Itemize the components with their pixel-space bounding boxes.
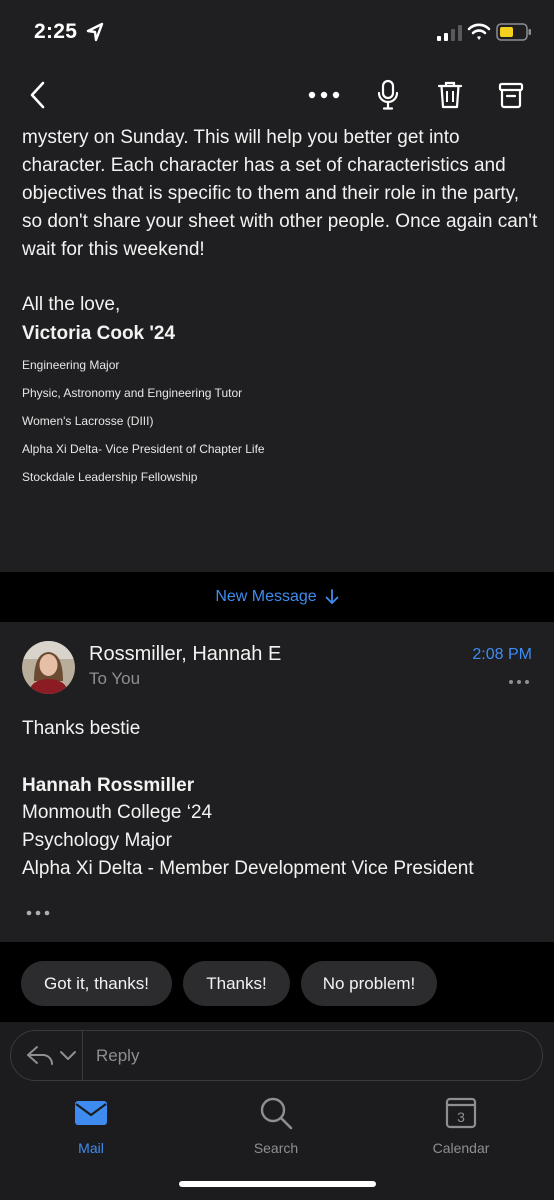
trash-icon — [437, 81, 463, 109]
signature-line: Women's Lacrosse (DIII) — [22, 414, 154, 428]
avatar[interactable] — [22, 641, 75, 694]
show-trimmed-content-icon[interactable] — [26, 908, 50, 918]
tab-search[interactable]: Search — [221, 1096, 331, 1160]
tab-label: Mail — [78, 1140, 104, 1156]
tab-calendar[interactable]: 3 Calendar — [406, 1096, 516, 1160]
home-indicator[interactable] — [179, 1181, 376, 1187]
reply-options-icon[interactable] — [25, 1044, 83, 1068]
chevron-left-icon — [30, 81, 45, 109]
tab-label: Calendar — [432, 1140, 490, 1156]
new-message-button[interactable]: New Message — [215, 588, 339, 606]
tab-label: Search — [253, 1140, 299, 1156]
sender-name[interactable]: Rossmiller, Hannah E — [89, 643, 281, 666]
new-message-bar: New Message — [0, 572, 554, 622]
back-button[interactable] — [18, 76, 58, 114]
dictate-button[interactable] — [368, 76, 408, 114]
divider — [82, 1031, 83, 1080]
signature-line: Alpha Xi Delta - Member Development Vice… — [22, 858, 474, 879]
body-line: wait for this weekend! — [22, 239, 205, 260]
quick-reply-button[interactable]: No problem! — [301, 961, 437, 1006]
more-options-button[interactable] — [304, 76, 344, 114]
mail-icon — [75, 1101, 107, 1125]
body-line: mystery on Sunday. This will help you be… — [22, 127, 460, 148]
delete-button[interactable] — [430, 76, 470, 114]
message-time: 2:08 PM — [472, 646, 532, 663]
bottom-panel: Reply Mail Search 3 Calendar — [0, 1022, 554, 1200]
avatar-photo — [22, 641, 75, 694]
reply-input[interactable]: Reply — [96, 1046, 139, 1066]
reply-bar[interactable]: Reply — [10, 1030, 543, 1081]
previous-message: mystery on Sunday. This will help you be… — [0, 126, 554, 572]
wifi-icon — [467, 23, 491, 40]
message-toolbar — [0, 64, 554, 126]
quick-reply-button[interactable]: Thanks! — [183, 961, 290, 1006]
status-bar: 2:25 — [0, 0, 554, 64]
signoff: All the love, — [22, 294, 121, 315]
body-line: character. Each character has a set of c… — [22, 155, 506, 176]
signature-line: Psychology Major — [22, 830, 172, 851]
signature-line: Stockdale Leadership Fellowship — [22, 470, 198, 484]
arrow-down-icon — [325, 589, 339, 604]
signature-details: Monmouth College ‘24 Psychology Major Al… — [22, 802, 474, 886]
microphone-icon — [377, 79, 399, 110]
recipient-label: To You — [89, 669, 141, 688]
archive-icon — [498, 82, 524, 109]
signature-line: Alpha Xi Delta- Vice President of Chapte… — [22, 442, 265, 456]
new-message-label: New Message — [215, 588, 317, 605]
signature-name: Victoria Cook '24 — [22, 323, 176, 344]
signature-details: Engineering Major Physic, Astronomy and … — [22, 358, 265, 498]
previous-message-body: mystery on Sunday. This will help you be… — [22, 124, 542, 264]
message-body: Thanks bestie — [22, 718, 141, 739]
more-horizontal-icon[interactable] — [508, 676, 530, 688]
calendar-day: 3 — [457, 1109, 465, 1125]
signature-line: Monmouth College ‘24 — [22, 802, 213, 823]
search-icon — [260, 1097, 293, 1130]
body-line: so don't share your sheet with other peo… — [22, 211, 538, 232]
message-card: Rossmiller, Hannah E To You 2:08 PM Than… — [0, 622, 554, 942]
status-time: 2:25 — [34, 20, 78, 43]
archive-button[interactable] — [491, 76, 531, 114]
suggested-replies: Got it, thanks! Thanks! No problem! — [0, 944, 554, 1022]
body-line: objectives that is specific to them and … — [22, 183, 520, 204]
signature-name: Hannah Rossmiller — [22, 775, 195, 796]
location-arrow-icon — [86, 22, 104, 42]
tab-mail[interactable]: Mail — [36, 1096, 146, 1160]
signature-line: Physic, Astronomy and Engineering Tutor — [22, 386, 243, 400]
calendar-icon: 3 — [445, 1097, 477, 1129]
more-horizontal-icon — [308, 91, 340, 99]
signature-line: Engineering Major — [22, 358, 120, 372]
quick-reply-button[interactable]: Got it, thanks! — [21, 961, 172, 1006]
battery-icon — [496, 23, 531, 41]
cellular-signal-icon — [437, 25, 462, 41]
